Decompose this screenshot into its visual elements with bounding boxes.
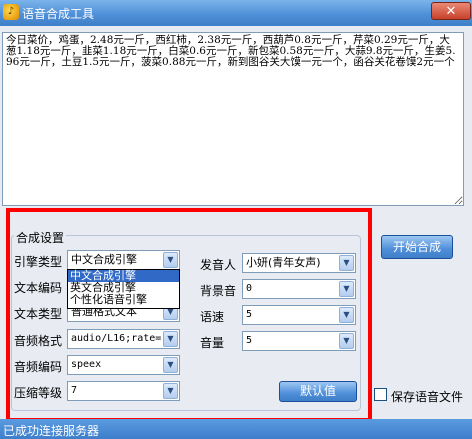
chevron-down-icon[interactable]: ▼ — [163, 331, 178, 347]
speed-value: 5 — [246, 309, 253, 320]
start-synthesis-button[interactable]: 开始合成 — [381, 235, 453, 259]
close-button[interactable]: ✕ — [431, 2, 471, 20]
chevron-down-icon[interactable]: ▼ — [339, 333, 354, 349]
speaker-label: 发音人 — [200, 258, 237, 272]
volume-value: 5 — [246, 335, 253, 346]
chevron-down-icon[interactable]: ▼ — [339, 281, 354, 297]
audio-encoding-value: speex — [71, 359, 102, 370]
save-audio-label: 保存语音文件 — [391, 390, 464, 404]
background-select[interactable]: 0 ▼ — [242, 279, 356, 299]
status-bar: 已成功连接服务器 — [0, 419, 472, 439]
status-text: 已成功连接服务器 — [3, 424, 100, 438]
engine-select[interactable]: 中文合成引擎 ▼ — [67, 250, 180, 270]
speaker-value: 小妍(青年女声) — [246, 256, 321, 269]
window-title: 语音合成工具 — [22, 7, 95, 21]
compression-label: 压缩等级 — [14, 386, 63, 400]
chevron-down-icon[interactable]: ▼ — [339, 255, 354, 271]
audio-format-value: audio/L16;rate=16000 — [71, 333, 162, 344]
engine-dropdown-list: 中文合成引擎 英文合成引擎 个性化语音引擎 — [67, 269, 180, 309]
audio-format-label: 音频格式 — [14, 334, 63, 348]
text-type-label: 文本类型 — [14, 307, 63, 321]
title-bar[interactable]: ♪ 语音合成工具 ✕ — [0, 0, 472, 26]
chevron-down-icon[interactable]: ▼ — [163, 357, 178, 373]
app-window: ♪ 语音合成工具 ✕ 今日菜价，鸡蛋，2.48元一斤，西红柿，2.38元一斤，西… — [0, 0, 472, 439]
background-value: 0 — [246, 283, 253, 294]
chevron-down-icon[interactable]: ▼ — [163, 383, 178, 399]
default-values-button[interactable]: 默认值 — [279, 381, 357, 402]
background-label: 背景音 — [200, 284, 237, 298]
engine-option-personalized[interactable]: 个性化语音引擎 — [68, 294, 179, 306]
audio-format-select[interactable]: audio/L16;rate=16000 ▼ — [67, 329, 180, 349]
engine-label: 引擎类型 — [14, 255, 63, 269]
text-encoding-label: 文本编码 — [14, 281, 63, 295]
settings-group-title: 合成设置 — [14, 229, 67, 246]
compression-select[interactable]: 7 ▼ — [67, 381, 180, 401]
text-input-area[interactable]: 今日菜价，鸡蛋，2.48元一斤，西红柿，2.38元一斤，西葫芦0.8元一斤，芹菜… — [2, 32, 464, 206]
compression-value: 7 — [71, 385, 78, 396]
chevron-down-icon[interactable]: ▼ — [163, 252, 178, 268]
speed-select[interactable]: 5 ▼ — [242, 305, 356, 325]
audio-encoding-select[interactable]: speex ▼ — [67, 355, 180, 375]
volume-select[interactable]: 5 ▼ — [242, 331, 356, 351]
speaker-select[interactable]: 小妍(青年女声) ▼ — [242, 253, 356, 273]
engine-value: 中文合成引擎 — [71, 253, 137, 266]
chevron-down-icon[interactable]: ▼ — [339, 307, 354, 323]
speed-label: 语速 — [200, 310, 225, 324]
save-audio-checkbox[interactable] — [374, 388, 387, 401]
audio-encoding-label: 音频编码 — [14, 360, 63, 374]
speech-icon: ♪ — [3, 4, 19, 20]
volume-label: 音量 — [200, 336, 225, 350]
